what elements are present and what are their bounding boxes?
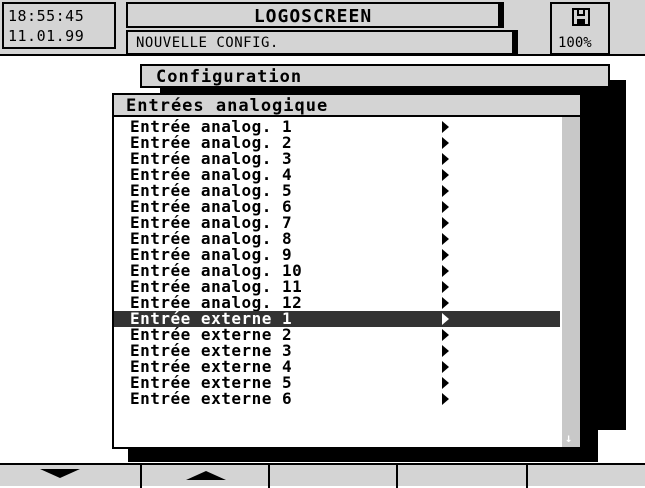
app-title-box: LOGOSCREEN (126, 2, 504, 28)
app-title: LOGOSCREEN (253, 6, 373, 27)
function-key-1[interactable] (0, 465, 142, 488)
submenu-arrow-icon (442, 121, 449, 133)
configuration-window-title: Configuration (140, 64, 610, 88)
arrow-up-icon (186, 471, 226, 480)
menu-header: Entrées analogique (112, 93, 582, 117)
clock-panel: 18:55:45 11.01.99 (2, 2, 116, 49)
configuration-title: Configuration (156, 67, 303, 87)
submenu-arrow-icon (442, 137, 449, 149)
config-status: NOUVELLE CONFIG. (136, 35, 279, 51)
submenu-arrow-icon (442, 249, 449, 261)
config-status-box: NOUVELLE CONFIG. (126, 30, 518, 55)
submenu-arrow-icon (442, 281, 449, 293)
function-key-2[interactable] (142, 465, 270, 488)
scroll-down-icon[interactable]: ↓ (565, 431, 572, 445)
submenu-arrow-icon (442, 393, 449, 405)
menu-list: Entrée analog. 1 Entrée analog. 2 Entrée a… (112, 115, 582, 449)
submenu-arrow-icon (442, 201, 449, 213)
menu-item[interactable]: Entrée externe 6 (114, 391, 560, 407)
clock-date: 11.01.99 (8, 27, 85, 45)
floppy-disk-icon (572, 8, 590, 26)
submenu-arrow-icon (442, 345, 449, 357)
submenu-arrow-icon (442, 169, 449, 181)
clock-time: 18:55:45 (8, 7, 85, 25)
submenu-arrow-icon (442, 377, 449, 389)
menu-item-label: Entrée externe 6 (130, 389, 293, 408)
submenu-arrow-icon (442, 233, 449, 245)
scrollbar[interactable]: ↓ (562, 117, 580, 447)
function-key-4[interactable] (398, 465, 528, 488)
submenu-arrow-icon (442, 297, 449, 309)
submenu-arrow-icon (442, 313, 449, 325)
function-key-bar (0, 463, 645, 488)
function-key-5[interactable] (528, 465, 645, 488)
submenu-arrow-icon (442, 153, 449, 165)
submenu-arrow-icon (442, 329, 449, 341)
menu-title: Entrées analogique (126, 96, 329, 116)
function-key-3[interactable] (270, 465, 398, 488)
submenu-arrow-icon (442, 361, 449, 373)
arrow-down-icon (40, 469, 80, 478)
save-percent: 100% (558, 35, 592, 51)
save-indicator: 100% (550, 2, 610, 55)
submenu-arrow-icon (442, 217, 449, 229)
submenu-arrow-icon (442, 265, 449, 277)
submenu-arrow-icon (442, 185, 449, 197)
menu-items: Entrée analog. 1 Entrée analog. 2 Entrée a… (114, 119, 560, 407)
